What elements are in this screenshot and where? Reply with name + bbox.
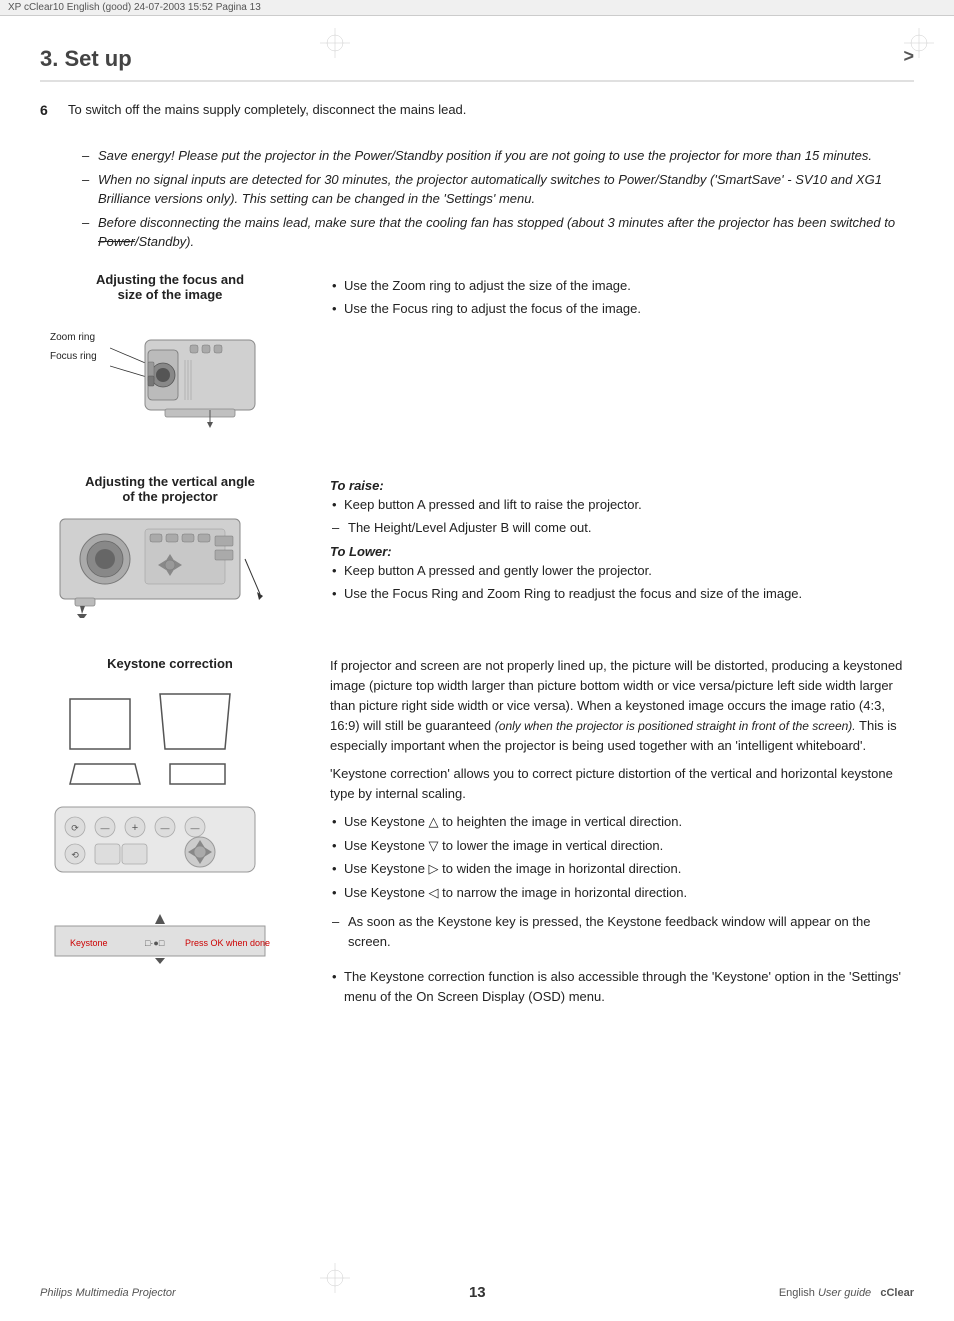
keystone-screen-svg: Keystone □·●□ Press OK when done bbox=[50, 914, 270, 964]
raise-bullets: Keep button A pressed and lift to raise … bbox=[330, 495, 914, 515]
to-lower-label: To Lower: bbox=[330, 544, 914, 559]
ring-labels: Zoom ring Focus ring bbox=[50, 328, 97, 366]
keystone-dash-1: As soon as the Keystone key is pressed, … bbox=[330, 912, 914, 951]
dash-item-2: When no signal inputs are detected for 3… bbox=[80, 170, 914, 209]
page-title-bar: 3. Set up > bbox=[40, 46, 914, 82]
dash-item-3: Before disconnecting the mains lead, mak… bbox=[80, 213, 914, 252]
svg-text:—: — bbox=[161, 823, 170, 833]
keystone-final-bullet: The Keystone correction function is also… bbox=[330, 967, 914, 1006]
raise-dashes: The Height/Level Adjuster B will come ou… bbox=[330, 518, 914, 538]
focus-bullet-2: Use the Focus ring to adjust the focus o… bbox=[330, 299, 914, 319]
adjust-focus-left: Adjusting the focus and size of the imag… bbox=[40, 272, 320, 450]
focus-bullet-1: Use the Zoom ring to adjust the size of … bbox=[330, 276, 914, 296]
svg-text:□·●□: □·●□ bbox=[145, 938, 165, 948]
keystone-shapes-area bbox=[60, 679, 300, 792]
lower-bullet-1: Keep button A pressed and gently lower t… bbox=[330, 561, 914, 581]
keystone-right: If projector and screen are not properly… bbox=[320, 656, 914, 1011]
dash-item-1: Save energy! Please put the projector in… bbox=[80, 146, 914, 166]
vertical-projector-svg bbox=[50, 514, 270, 629]
svg-text:Press OK when done: Press OK when done bbox=[185, 938, 270, 948]
vertical-projector-image bbox=[50, 514, 300, 632]
adjust-focus-right: Use the Zoom ring to adjust the size of … bbox=[320, 272, 914, 450]
to-raise-label: To raise: bbox=[330, 478, 914, 493]
adjust-vertical-left: Adjusting the vertical angle of the proj… bbox=[40, 474, 320, 632]
svg-text:—: — bbox=[191, 823, 200, 833]
keystone-bullet-1: Use Keystone △ to heighten the image in … bbox=[330, 812, 914, 832]
footer: Philips Multimedia Projector 13 English … bbox=[0, 1284, 954, 1301]
adjust-vertical-right: To raise: Keep button A pressed and lift… bbox=[320, 474, 914, 632]
svg-text:Keystone: Keystone bbox=[70, 938, 108, 948]
reg-mark-bottom bbox=[320, 1263, 350, 1293]
adjust-focus-heading: Adjusting the focus and size of the imag… bbox=[40, 272, 300, 302]
footer-center: 13 bbox=[469, 1284, 486, 1301]
keystone-bullet-4: Use Keystone ◁ to narrow the image in ho… bbox=[330, 883, 914, 903]
keystone-para1: If projector and screen are not properly… bbox=[330, 656, 914, 757]
keystone-para2: 'Keystone correction' allows you to corr… bbox=[330, 764, 914, 804]
keystone-left: Keystone correction bbox=[40, 656, 320, 1011]
vertical-content: To raise: Keep button A pressed and lift… bbox=[330, 478, 914, 604]
header-text: XP cClear10 English (good) 24-07-2003 15… bbox=[8, 2, 261, 13]
keystone-dash: As soon as the Keystone key is pressed, … bbox=[330, 912, 914, 951]
keystone-final-item: The Keystone correction function is also… bbox=[330, 967, 914, 1006]
svg-text:+: + bbox=[132, 822, 138, 834]
section-6-block: 6 To switch off the mains supply complet… bbox=[40, 102, 914, 118]
main-content: 3. Set up > 6 To switch off the mains su… bbox=[0, 16, 954, 1074]
footer-left: Philips Multimedia Projector bbox=[40, 1287, 176, 1299]
keystone-section: Keystone correction bbox=[40, 656, 914, 1011]
lower-bullets: Keep button A pressed and gently lower t… bbox=[330, 561, 914, 604]
svg-text:⟲: ⟲ bbox=[71, 850, 79, 860]
lower-bullet-2: Use the Focus Ring and Zoom Ring to read… bbox=[330, 584, 914, 604]
adjust-vertical-section: Adjusting the vertical angle of the proj… bbox=[40, 474, 914, 632]
keystone-bullet-2: Use Keystone ▽ to lower the image in ver… bbox=[330, 836, 914, 856]
keystone-bullets: Use Keystone △ to heighten the image in … bbox=[330, 812, 914, 902]
page-title: 3. Set up bbox=[40, 46, 132, 72]
projector-svg bbox=[110, 320, 270, 450]
section-number: 6 bbox=[40, 102, 56, 118]
zoom-ring-label: Zoom ring bbox=[50, 328, 97, 347]
dash-list: Save energy! Please put the projector in… bbox=[80, 146, 914, 252]
svg-text:⟳: ⟳ bbox=[71, 823, 79, 833]
raise-bullet-1: Keep button A pressed and lift to raise … bbox=[330, 495, 914, 515]
section6-text: To switch off the mains supply completel… bbox=[68, 102, 466, 118]
header-bar: XP cClear10 English (good) 24-07-2003 15… bbox=[0, 0, 954, 16]
svg-text:—: — bbox=[101, 823, 110, 833]
page-nav: > bbox=[903, 46, 914, 67]
remote-svg: ⟳ — + — — ⟲ bbox=[50, 802, 280, 907]
keystone-bullet-3: Use Keystone ▷ to widen the image in hor… bbox=[330, 859, 914, 879]
keystone-heading: Keystone correction bbox=[40, 656, 300, 671]
projector-image-area: Zoom ring Focus ring bbox=[50, 310, 300, 450]
dash-notes: Save energy! Please put the projector in… bbox=[80, 146, 914, 252]
focus-ring-label: Focus ring bbox=[50, 347, 97, 366]
remote-control-area: ⟳ — + — — ⟲ bbox=[50, 802, 300, 910]
focus-bullets: Use the Zoom ring to adjust the size of … bbox=[330, 276, 914, 319]
adjust-focus-section: Adjusting the focus and size of the imag… bbox=[40, 272, 914, 450]
adjust-vertical-heading: Adjusting the vertical angle of the proj… bbox=[40, 474, 300, 504]
keystone-screen-ui: Keystone □·●□ Press OK when done bbox=[50, 914, 300, 967]
keystone-shapes-svg bbox=[60, 679, 260, 789]
footer-right: English User guide cClear bbox=[779, 1287, 914, 1299]
raise-dash-1: The Height/Level Adjuster B will come ou… bbox=[330, 518, 914, 538]
